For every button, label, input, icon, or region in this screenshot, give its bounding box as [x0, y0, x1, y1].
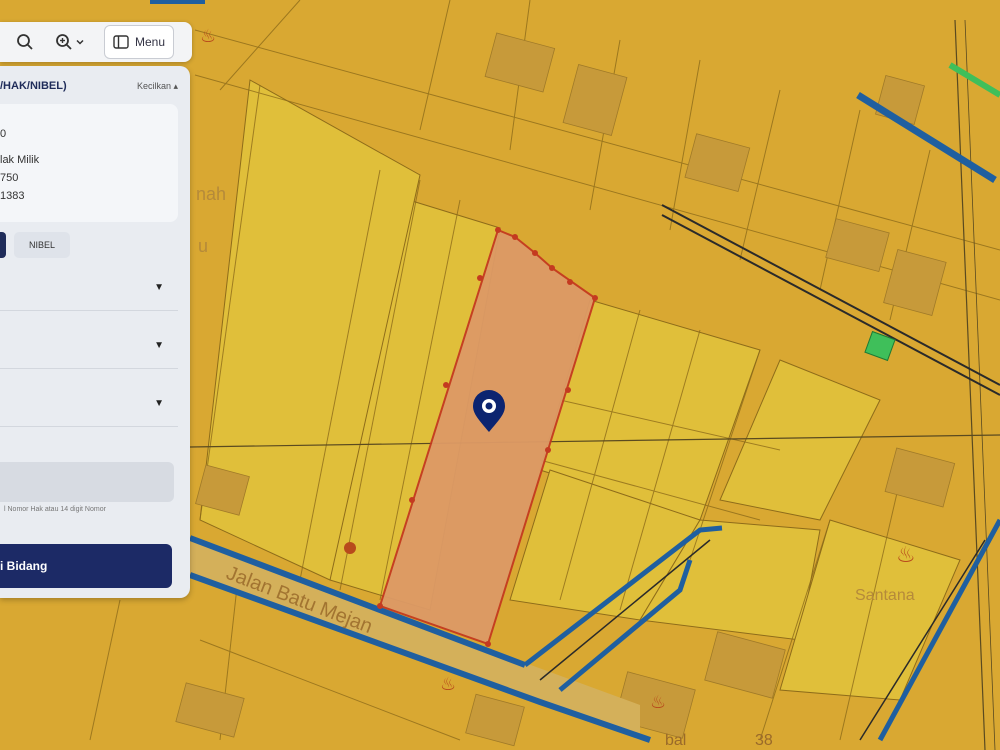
svg-text:♨: ♨: [440, 674, 456, 695]
chevron-down-icon: ▼: [154, 282, 164, 293]
chevron-down-icon: ▼: [154, 340, 164, 351]
svg-text:♨: ♨: [200, 26, 216, 47]
number-input[interactable]: [0, 462, 174, 502]
menu-icon: [113, 35, 129, 49]
tab-nibel[interactable]: NIBEL: [14, 232, 70, 258]
input-hint: l Nomor Hak atau 14 digit Nomor: [4, 506, 106, 513]
chevron-down-icon: ▼: [154, 398, 164, 409]
map-toolbar: Menu: [0, 22, 192, 62]
svg-text:♨: ♨: [896, 543, 916, 568]
select-field[interactable]: ▼: [0, 382, 178, 427]
search-button[interactable]: [8, 26, 42, 58]
collapse-button[interactable]: Kecilkan ▴: [137, 81, 178, 92]
submit-label: i Bidang: [0, 559, 48, 573]
menu-label: Menu: [135, 35, 166, 49]
search-icon: [17, 34, 33, 50]
place-label: Santana: [855, 587, 915, 604]
info-line: 0: [0, 128, 7, 140]
search-panel: /HAK/NIBEL) Kecilkan ▴ 0 lak Milik 750 1…: [0, 66, 190, 598]
select-field[interactable]: ▼: [0, 324, 178, 369]
info-line: 1383: [0, 190, 25, 202]
tab-selected[interactable]: [0, 232, 6, 258]
zoom-icon: [56, 34, 72, 50]
place-label: u: [198, 236, 208, 256]
parcel-info-card: 0 lak Milik 750 1383: [0, 104, 178, 222]
zoom-menu-button[interactable]: [48, 26, 92, 58]
svg-text:♨: ♨: [650, 692, 666, 713]
info-line: 750: [0, 172, 19, 184]
menu-button[interactable]: Menu: [104, 25, 175, 59]
panel-title: /HAK/NIBEL): [0, 80, 67, 92]
place-label: 38: [755, 732, 773, 749]
select-field[interactable]: ▼: [0, 266, 178, 311]
search-parcel-button[interactable]: i Bidang: [0, 544, 172, 588]
place-label: nah: [196, 184, 226, 204]
info-line: lak Milik: [0, 154, 40, 166]
place-label: bal: [665, 732, 686, 749]
chevron-down-icon: [76, 39, 84, 45]
